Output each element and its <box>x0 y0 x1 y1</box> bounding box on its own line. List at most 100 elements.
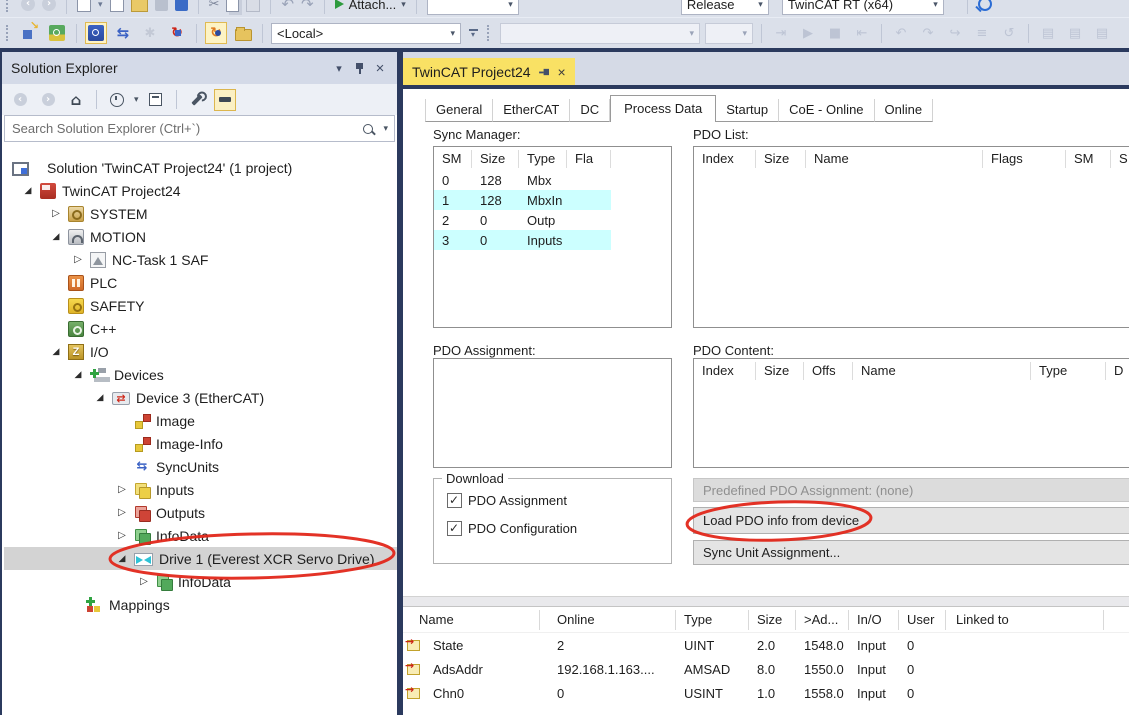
forward-button[interactable]: › <box>37 89 59 111</box>
column-header[interactable]: In/O <box>849 610 899 630</box>
expand-arrow[interactable] <box>110 484 134 495</box>
paste-button[interactable] <box>246 0 260 12</box>
tree-item-syncunits[interactable]: SyncUnits <box>4 455 397 478</box>
column-header[interactable]: D <box>1106 362 1129 380</box>
tree-item-infodata[interactable]: InfoData <box>4 524 397 547</box>
attach-dropdown[interactable] <box>401 0 406 10</box>
step-over-button[interactable] <box>917 22 939 44</box>
solution-configurations-combo[interactable]: Release <box>681 0 769 15</box>
column-header[interactable]: Name <box>853 362 1031 380</box>
document-tab-twincat-project[interactable]: TwinCAT Project24 × <box>403 58 575 85</box>
expand-arrow[interactable] <box>110 507 134 518</box>
column-header[interactable]: S <box>1111 150 1129 168</box>
tree-item-cpp[interactable]: C++ <box>4 317 397 340</box>
column-header[interactable]: Type <box>1031 362 1106 380</box>
expand-arrow[interactable] <box>110 553 134 564</box>
tab-dc[interactable]: DC <box>570 99 610 122</box>
step-into-button[interactable] <box>890 22 912 44</box>
auto-config-wand-button[interactable] <box>139 22 161 44</box>
plc-project-combo[interactable] <box>500 23 700 44</box>
home-button[interactable] <box>65 89 87 111</box>
tree-item-project[interactable]: TwinCAT Project24 <box>4 179 397 202</box>
tree-item-solution[interactable]: Solution 'TwinCAT Project24' (1 project) <box>4 156 397 179</box>
table-row[interactable]: 0 128 Mbx <box>434 170 611 190</box>
copy-button[interactable] <box>226 0 239 12</box>
column-header[interactable]: >Ad... <box>796 610 849 630</box>
tree-item-nc-task[interactable]: NC-Task 1 SAF <box>4 248 397 271</box>
restart-twincat-button[interactable] <box>166 22 188 44</box>
plc-stop-button[interactable] <box>824 22 846 44</box>
tab-ethercat[interactable]: EtherCAT <box>493 99 570 122</box>
pin-icon[interactable] <box>355 62 364 74</box>
pending-changes-filter-button[interactable] <box>106 89 128 111</box>
expand-arrow[interactable] <box>88 392 112 403</box>
pdo-assignment-list[interactable] <box>433 358 672 468</box>
column-header[interactable]: Index <box>694 362 756 380</box>
column-header[interactable]: Name <box>403 610 540 630</box>
restart-plc-button[interactable] <box>998 22 1020 44</box>
tree-item-devices[interactable]: Devices <box>4 363 397 386</box>
link-to-runtime-button[interactable] <box>19 22 41 44</box>
tree-item-mappings[interactable]: Mappings <box>4 593 397 616</box>
toolbar-grip[interactable] <box>6 25 12 41</box>
column-header[interactable]: Size <box>756 150 806 168</box>
table-row[interactable]: 2 0 Outp <box>434 210 611 230</box>
search-icon[interactable] <box>363 124 373 134</box>
filter-dropdown[interactable] <box>134 94 139 105</box>
load-pdo-info-button[interactable]: Load PDO info from device <box>693 507 1129 534</box>
tree-item-outputs[interactable]: Outputs <box>4 501 397 524</box>
tab-general[interactable]: General <box>425 99 493 122</box>
expand-arrow[interactable] <box>132 576 156 587</box>
column-header[interactable]: Type <box>519 150 567 168</box>
show-next-statement-button[interactable] <box>971 22 993 44</box>
settings-mode-button[interactable] <box>85 22 107 44</box>
solution-explorer-header[interactable]: Solution Explorer × <box>2 52 397 84</box>
expand-arrow[interactable] <box>44 346 68 357</box>
column-header[interactable]: Fla <box>567 150 611 168</box>
preview-selected-items-toggle[interactable] <box>214 89 236 111</box>
refresh-button[interactable] <box>112 22 134 44</box>
navigate-back-button[interactable]: ‹ <box>21 0 35 11</box>
expand-arrow[interactable] <box>110 530 134 541</box>
scan-devices-button[interactable] <box>232 22 254 44</box>
column-header[interactable]: User <box>899 610 946 630</box>
toolbar-overflow-button[interactable] <box>466 29 480 38</box>
splitter[interactable] <box>403 596 1129 607</box>
target-system-combo[interactable]: <Local> <box>271 23 461 44</box>
properties-button[interactable] <box>186 89 208 111</box>
column-header[interactable]: SM <box>1066 150 1111 168</box>
search-input[interactable] <box>5 121 363 136</box>
plc-start-button[interactable] <box>797 22 819 44</box>
back-button[interactable]: ‹ <box>9 89 31 111</box>
collapse-all-button[interactable] <box>145 89 167 111</box>
expand-arrow[interactable] <box>66 369 90 380</box>
tree-item-drive1[interactable]: Drive 1 (Everest XCR Servo Drive) <box>4 547 397 570</box>
step-out-button[interactable] <box>944 22 966 44</box>
expand-arrow[interactable] <box>44 208 68 219</box>
search-options-dropdown[interactable] <box>383 123 388 134</box>
tree-item-plc[interactable]: PLC <box>4 271 397 294</box>
tree-item-image-info[interactable]: Image-Info <box>4 432 397 455</box>
column-header[interactable]: Name <box>806 150 983 168</box>
tree-item-inputs[interactable]: Inputs <box>4 478 397 501</box>
table-row[interactable]: 1 128 MbxIn <box>434 190 611 210</box>
column-header[interactable]: SM <box>434 150 472 168</box>
cut-button[interactable] <box>209 0 220 12</box>
save-button[interactable] <box>155 0 168 11</box>
startup-project-combo[interactable] <box>427 0 519 15</box>
close-icon[interactable]: × <box>372 60 388 77</box>
table-row[interactable]: 3 0 Inputs <box>434 230 611 250</box>
grid-row-state[interactable]: State 2 UINT 2.0 1548.0 Input 0 <box>403 633 1129 657</box>
close-icon[interactable]: × <box>558 65 566 79</box>
toolbar-grip[interactable] <box>487 25 493 41</box>
tab-startup[interactable]: Startup <box>716 99 779 122</box>
plc-logout-button[interactable] <box>851 22 873 44</box>
window-position-icon[interactable] <box>331 62 347 75</box>
tree-item-motion[interactable]: MOTION <box>4 225 397 248</box>
solution-platforms-combo[interactable]: TwinCAT RT (x64) <box>782 0 944 15</box>
open-folder-button[interactable] <box>131 0 148 12</box>
tab-online[interactable]: Online <box>875 99 934 122</box>
new-file-button[interactable] <box>77 0 91 12</box>
column-header[interactable]: Index <box>694 150 756 168</box>
column-header[interactable]: Size <box>749 610 796 630</box>
